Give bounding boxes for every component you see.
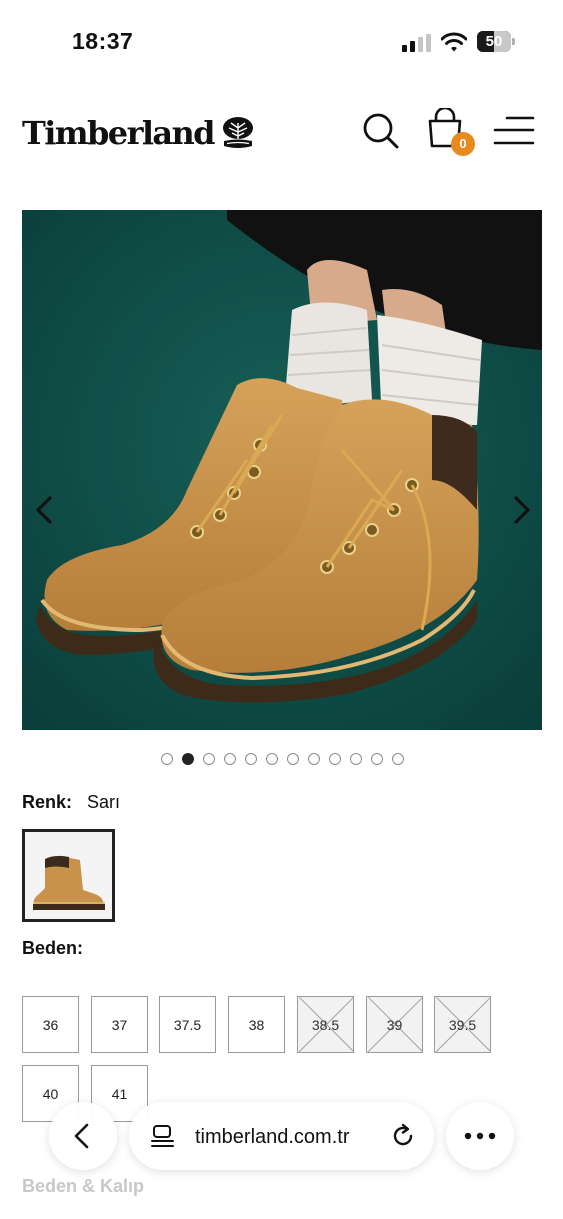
carousel-dot[interactable]	[203, 753, 215, 765]
size-option-label: 38.5	[311, 1016, 340, 1033]
status-time: 18:37	[72, 28, 134, 54]
browser-more-button[interactable]	[446, 1102, 514, 1170]
carousel-dot[interactable]	[392, 753, 404, 765]
size-option-label: 39	[386, 1016, 403, 1033]
product-image-carousel[interactable]	[22, 210, 542, 730]
color-row: Renk: Sarı	[22, 792, 120, 813]
carousel-dot[interactable]	[308, 753, 320, 765]
battery-icon: 50	[477, 31, 515, 52]
size-option-label: 38	[248, 1016, 265, 1033]
size-option[interactable]: 39.5	[434, 996, 491, 1053]
carousel-dot[interactable]	[266, 753, 278, 765]
carousel-dot[interactable]	[371, 753, 383, 765]
battery-level-text: 50	[485, 33, 503, 50]
wifi-icon	[441, 32, 467, 52]
size-option-label: 37.5	[173, 1016, 202, 1033]
size-option-label: 37	[111, 1016, 128, 1033]
browser-back-button[interactable]	[49, 1102, 117, 1170]
chevron-left-icon	[74, 1123, 89, 1149]
url-text: timberland.com.tr	[195, 1126, 350, 1148]
search-button[interactable]	[360, 110, 400, 150]
next-image-arrow-icon[interactable]	[506, 490, 536, 530]
size-option[interactable]: 37	[91, 996, 148, 1053]
carousel-dot[interactable]	[329, 753, 341, 765]
size-option-label: 36	[42, 1016, 59, 1033]
color-swatch-selected[interactable]	[22, 829, 115, 922]
size-option-label: 39.5	[448, 1016, 477, 1033]
address-bar[interactable]: timberland.com.tr	[129, 1102, 434, 1170]
size-option[interactable]: 39	[366, 996, 423, 1053]
brand-logo-text: Timberland	[22, 114, 216, 152]
color-value: Sarı	[87, 792, 121, 812]
size-option[interactable]: 37.5	[159, 996, 216, 1053]
carousel-dot[interactable]	[287, 753, 299, 765]
carousel-dot[interactable]	[224, 753, 236, 765]
carousel-dot[interactable]	[350, 753, 362, 765]
brand-logo[interactable]: Timberland	[22, 114, 256, 152]
color-label: Renk:	[22, 792, 73, 812]
size-option[interactable]: 38.5	[297, 996, 354, 1053]
carousel-dot[interactable]	[182, 753, 194, 765]
product-photo	[22, 210, 542, 730]
previous-image-arrow-icon[interactable]	[30, 490, 60, 530]
boot-thumbnail-image	[25, 832, 112, 919]
size-option-label: 41	[111, 1085, 128, 1102]
hamburger-menu-icon	[493, 116, 535, 145]
cart-count-badge: 0	[451, 132, 475, 156]
page-menu-icon	[151, 1125, 174, 1147]
carousel-pagination	[0, 753, 563, 765]
cart-button[interactable]: 0	[425, 106, 477, 156]
tree-logo-icon	[222, 117, 253, 148]
cellular-signal-icon	[402, 34, 432, 52]
size-option[interactable]: 36	[22, 996, 79, 1053]
site-header: Timberland 0	[0, 90, 563, 180]
carousel-dot[interactable]	[245, 753, 257, 765]
more-options-icon	[464, 1132, 496, 1140]
carousel-dot[interactable]	[161, 753, 173, 765]
size-option[interactable]: 38	[228, 996, 285, 1053]
status-bar: 18:37 50	[0, 0, 563, 80]
menu-button[interactable]	[493, 114, 535, 148]
size-option-label: 40	[42, 1085, 59, 1102]
browser-toolbar: timberland.com.tr	[0, 1098, 563, 1178]
search-icon	[363, 113, 399, 149]
reload-icon[interactable]	[389, 1122, 417, 1150]
size-title: Beden:	[22, 938, 84, 958]
size-fit-heading[interactable]: Beden & Kalıp	[22, 1176, 144, 1197]
